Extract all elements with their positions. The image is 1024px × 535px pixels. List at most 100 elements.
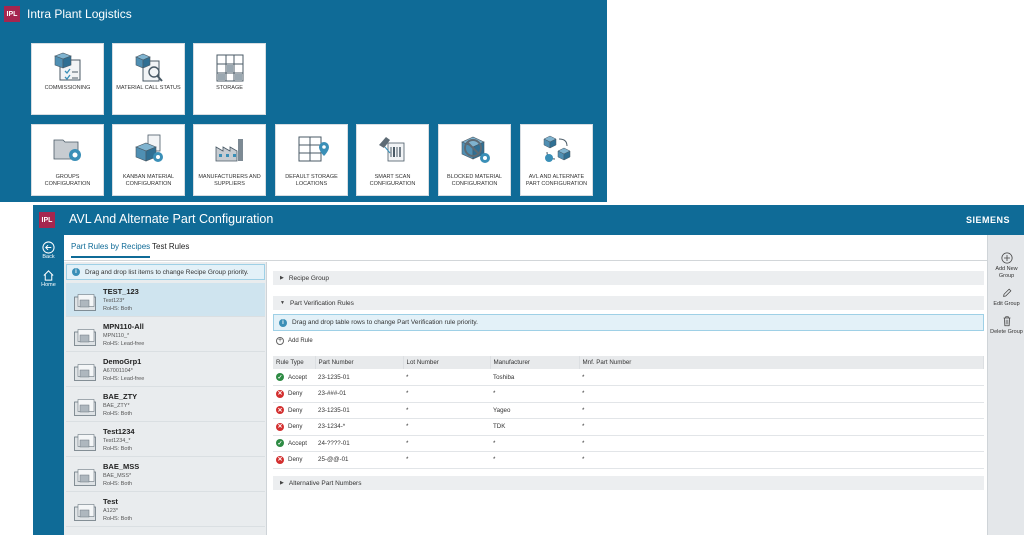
deny-x-icon: ✕ [276, 389, 284, 398]
recipe-group-section-header[interactable]: ▶ Recipe Group [273, 271, 984, 285]
tile-smart-scan-configuration[interactable]: SMART SCAN CONFIGURATION [356, 124, 429, 196]
tile-groups-configuration[interactable]: GROUPS CONFIGURATION [31, 124, 104, 196]
group-folder-icon [74, 329, 96, 346]
factory-icon [215, 139, 243, 162]
group-folder-icon [74, 504, 96, 521]
deny-x-icon: ✕ [276, 422, 284, 431]
alternative-section-title: Alternative Part Numbers [288, 479, 362, 487]
lot-number-cell: * [403, 435, 490, 452]
column-header-mnf-part-number[interactable]: Mnf. Part Number [579, 356, 984, 369]
mnf-part-number-cell: * [579, 369, 984, 386]
edit-group-button[interactable]: Edit Group [988, 287, 1024, 308]
column-header-part-number[interactable]: Part Number [315, 356, 404, 369]
ipl-logo: IPL [4, 6, 20, 22]
groups-configuration-icon [53, 139, 81, 161]
launcher-title: Intra Plant Logistics [27, 7, 132, 21]
rule-row[interactable]: ✓ Accept 23-1235-01 * Toshiba * [273, 369, 984, 386]
recipe-group-item[interactable]: DemoGrp1 A67001104* RoHS: Lead-free [66, 353, 265, 387]
tile-kanban-material-configuration[interactable]: KANBAN MATERIAL CONFIGURATION [112, 124, 185, 196]
recipe-group-item[interactable]: MPN110-All MPN110_* RoHS: Lead-free [66, 318, 265, 352]
rule-type-cell: ✓ Accept [273, 435, 315, 452]
add-new-group-button[interactable]: Add New Group [988, 252, 1024, 279]
recipe-group-item[interactable]: Test1234 Test1234_* RoHS: Both [66, 423, 265, 457]
launcher-header: IPL Intra Plant Logistics [0, 0, 607, 30]
tile-label: MATERIAL CALL STATUS [116, 85, 181, 91]
group-pattern: A67001104* [103, 368, 133, 374]
group-name: TEST_123 [103, 287, 139, 296]
group-rohs: RoHS: Both [103, 481, 133, 487]
deny-x-icon: ✕ [276, 406, 284, 415]
rule-type-cell: ✕ Deny [273, 402, 315, 419]
recipe-group-list: i Drag and drop list items to change Rec… [64, 262, 267, 535]
manufacturer-cell: TDK [490, 418, 579, 436]
rule-row[interactable]: ✕ Deny 25-@@-01 * * * [273, 451, 984, 469]
rule-type: Deny [288, 423, 303, 431]
tile-label: AVL AND ALTERNATE PART CONFIGURATION [525, 174, 588, 187]
lot-number-cell: * [403, 385, 490, 403]
group-folder-icon [74, 294, 96, 311]
back-button[interactable]: Back [35, 241, 62, 260]
rule-row[interactable]: ✕ Deny 23-1234-* * TDK * [273, 418, 984, 436]
group-name: DemoGrp1 [103, 357, 142, 366]
storage-location-icon [298, 136, 329, 162]
blocked-material-icon [460, 136, 490, 163]
group-rohs: RoHS: Both [103, 411, 133, 417]
home-label: Home [41, 282, 56, 288]
tile-commissioning[interactable]: COMMISSIONING [31, 43, 104, 115]
group-name: MPN110-All [103, 322, 144, 331]
rule-row[interactable]: ✓ Accept 24-????-01 * * * [273, 435, 984, 452]
manufacturer-cell: * [490, 435, 579, 452]
column-header-lot-number[interactable]: Lot Number [403, 356, 491, 369]
lot-number-cell: * [403, 451, 490, 469]
add-circle-icon [1000, 252, 1013, 264]
recipe-group-item[interactable]: BAE_MSS BAE_MSS* RoHS: Both [66, 458, 265, 492]
tab-part-rules-by-recipes[interactable]: Part Rules by Recipes [71, 242, 151, 258]
recipe-group-section-title: Recipe Group [288, 274, 329, 282]
recipe-group-item[interactable]: Test A123* RoHS: Both [66, 493, 265, 527]
kanban-icon [134, 134, 163, 162]
tile-avl-and-alternate-part-configuration[interactable]: AVL AND ALTERNATE PART CONFIGURATION [520, 124, 593, 196]
rules-info-text: Drag and drop table rows to change Part … [292, 319, 478, 326]
tile-label: SMART SCAN CONFIGURATION [369, 174, 416, 187]
tile-label: BLOCKED MATERIAL CONFIGURATION [447, 174, 502, 187]
action-bar: Add New Group Edit Group Delete Group [987, 235, 1024, 535]
recipe-group-item[interactable]: TEST_123 Test123* RoHS: Both [66, 283, 265, 317]
home-button[interactable]: Home [35, 269, 62, 288]
add-rule-button[interactable]: + Add Rule [276, 337, 313, 345]
group-name: BAE_MSS [103, 462, 140, 471]
alternative-part-numbers-section-header[interactable]: ▶ Alternative Part Numbers [273, 476, 984, 490]
lot-number-cell: * [403, 369, 490, 386]
tile-manufacturers-and-suppliers[interactable]: MANUFACTURERS AND SUPPLIERS [193, 124, 266, 196]
add-rule-label: Add Rule [288, 338, 313, 344]
group-pattern: MPN110_* [103, 333, 130, 339]
tab-test-rules[interactable]: Test Rules [152, 242, 189, 251]
column-header-rule-type[interactable]: Rule Type [273, 356, 316, 369]
tile-storage[interactable]: STORAGE [193, 43, 266, 115]
part-number-cell: 23-1235-01 [315, 402, 403, 419]
tile-label: KANBAN MATERIAL CONFIGURATION [122, 174, 175, 187]
rule-row[interactable]: ✕ Deny 23-1235-01 * Yageo * [273, 402, 984, 419]
group-folder-icon [74, 469, 96, 486]
mnf-part-number-cell: * [579, 385, 984, 403]
add-new-group-label: Add New Group [995, 266, 1018, 279]
part-verification-section-header[interactable]: ▼ Part Verification Rules [273, 296, 984, 310]
column-header-manufacturer[interactable]: Manufacturer [490, 356, 580, 369]
delete-group-button[interactable]: Delete Group [988, 315, 1024, 336]
tile-material-call-status[interactable]: MATERIAL CALL STATUS [112, 43, 185, 115]
edit-group-label: Edit Group [993, 301, 1020, 307]
info-icon: i [72, 268, 80, 276]
tile-label: GROUPS CONFIGURATION [44, 174, 91, 187]
group-rohs: RoHS: Both [103, 516, 133, 522]
recipe-group-item[interactable]: BAE_ZTY BAE_ZTY* RoHS: Both [66, 388, 265, 422]
rule-type-cell: ✓ Accept [273, 369, 315, 386]
collapse-arrow-icon: ▼ [280, 300, 285, 306]
window-title: AVL And Alternate Part Configuration [69, 212, 274, 226]
tile-label: COMMISSIONING [44, 85, 91, 91]
rules-table: Rule Type Part Number Lot Number Manufac… [273, 356, 984, 469]
tile-default-storage-locations[interactable]: DEFAULT STORAGE LOCATIONS [275, 124, 348, 196]
rule-row[interactable]: ✕ Deny 23-###-01 * * * [273, 385, 984, 403]
mnf-part-number-cell: * [579, 402, 984, 419]
tile-blocked-material-configuration[interactable]: BLOCKED MATERIAL CONFIGURATION [438, 124, 511, 196]
lot-number-cell: * [403, 418, 490, 436]
rules-info-banner: i Drag and drop table rows to change Par… [273, 314, 984, 331]
